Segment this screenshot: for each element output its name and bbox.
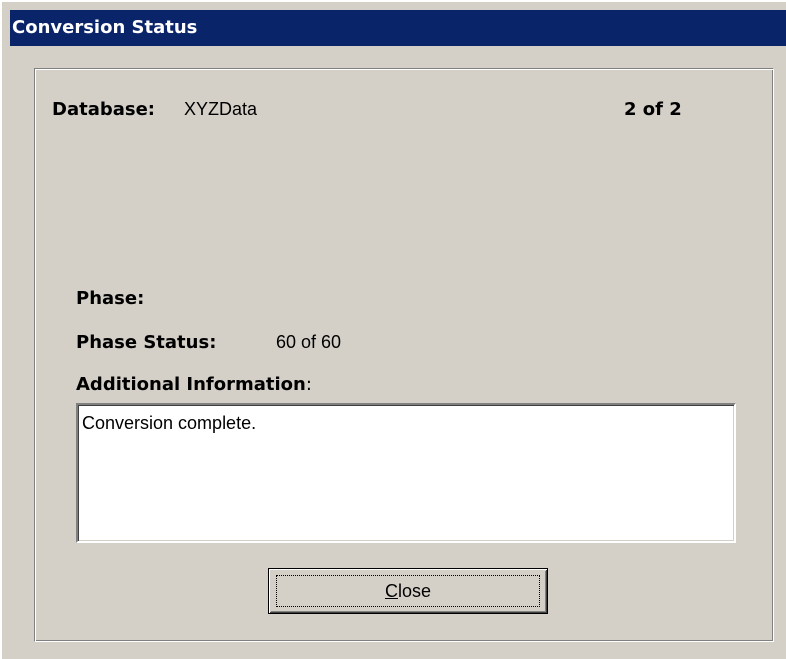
database-count: 2 of 2 bbox=[624, 99, 682, 120]
database-value: XYZData bbox=[184, 99, 258, 119]
database-label: Database: bbox=[52, 99, 155, 120]
close-button[interactable]: Close bbox=[268, 568, 548, 614]
window-title: Conversion Status bbox=[10, 10, 786, 46]
additional-info-textbox[interactable]: Conversion complete. bbox=[76, 403, 736, 543]
close-button-focus-rect: Close bbox=[276, 575, 540, 607]
phase-status-value: 60 of 60 bbox=[276, 332, 342, 352]
close-button-label: lose bbox=[397, 580, 432, 601]
additional-info-label: Additional Information: bbox=[76, 374, 312, 395]
additional-info-label-text: Additional Information bbox=[76, 374, 306, 395]
status-group-box bbox=[34, 68, 774, 642]
conversion-status-dialog: Conversion Status Database: XYZData 2 of… bbox=[0, 0, 786, 659]
close-button-mnemonic: C bbox=[384, 580, 398, 601]
phase-label: Phase: bbox=[76, 288, 145, 309]
additional-info-colon: : bbox=[305, 374, 312, 395]
phase-status-label: Phase Status: bbox=[76, 332, 217, 353]
